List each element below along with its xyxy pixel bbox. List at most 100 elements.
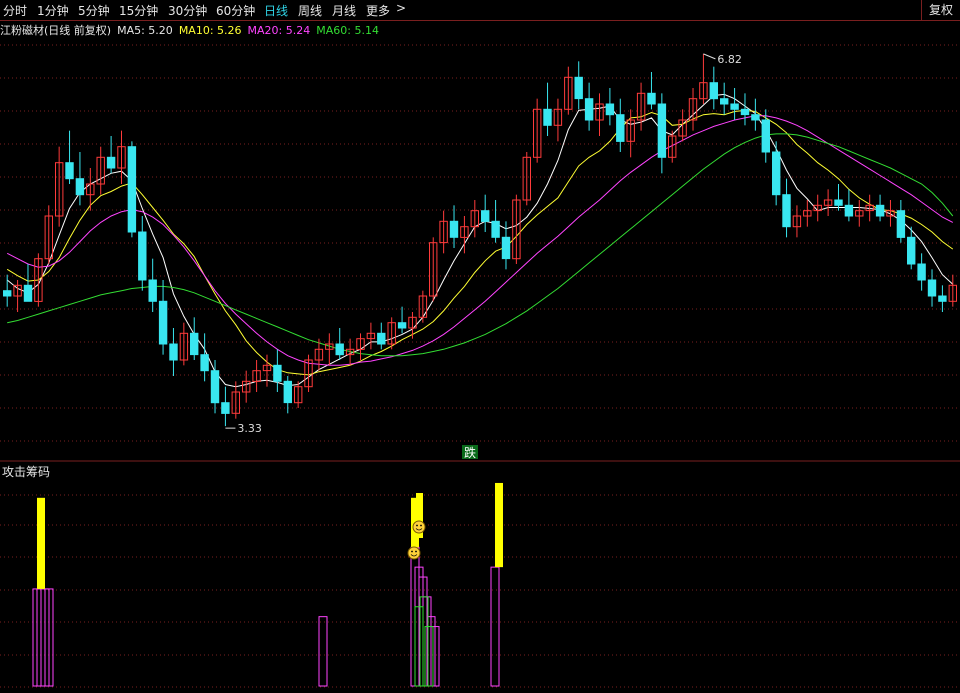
attack-bar-yellow <box>37 497 45 589</box>
candle-body <box>481 210 490 222</box>
candle-body <box>273 364 282 382</box>
smiley-eye <box>420 524 422 527</box>
candle-body <box>543 108 552 126</box>
chevron-right-icon[interactable]: > <box>396 1 406 15</box>
candle-body <box>595 103 604 121</box>
attack-bar-yellow <box>495 482 503 568</box>
candle-body <box>117 146 126 169</box>
smiley-mouth <box>415 528 423 531</box>
candle-body <box>262 364 272 372</box>
candle-body <box>304 359 313 388</box>
tab-weekly[interactable]: 周线 <box>298 2 322 19</box>
attack-bar-magenta <box>430 626 440 687</box>
restore-rights-button[interactable]: 复权 <box>921 0 960 20</box>
candle-body <box>418 295 428 318</box>
candle-body <box>190 332 199 356</box>
ma-line-ma5 <box>6 93 954 388</box>
candle-body <box>938 295 947 302</box>
price-chart[interactable]: 6.82 3.33 跌 <box>0 0 960 693</box>
ma60-label: MA60: 5.14 <box>316 24 379 37</box>
fall-marker: 跌 <box>464 445 476 460</box>
attack-bar-magenta <box>36 588 46 687</box>
candle-body <box>699 82 708 100</box>
tab-60min[interactable]: 60分钟 <box>216 2 255 19</box>
attack-bar-magenta <box>44 588 54 687</box>
high-annotation: 6.82 <box>717 53 742 66</box>
tab-1min[interactable]: 1分钟 <box>37 2 69 19</box>
tab-monthly[interactable]: 月线 <box>332 2 356 19</box>
attack-bar-yellow <box>411 497 419 548</box>
attack-bar-magenta <box>418 576 428 687</box>
candle-body <box>668 135 677 158</box>
low-annotation: 3.33 <box>237 422 261 435</box>
tab-daily[interactable]: 日线 <box>264 2 288 19</box>
ma20-label: MA20: 5.24 <box>247 24 311 37</box>
candle-body <box>647 92 656 105</box>
candle-body <box>242 380 251 393</box>
ma-line-ma10 <box>6 109 954 376</box>
candle-body <box>564 76 573 110</box>
candle-body <box>907 236 916 265</box>
smiley-mouth <box>410 554 418 557</box>
candle-body <box>584 98 594 121</box>
candle-body <box>626 119 635 142</box>
candle-body <box>335 343 344 356</box>
candle-body <box>948 284 957 302</box>
candle-body <box>86 183 95 196</box>
candle-body <box>834 199 843 206</box>
stock-name: 江粉磁材(日线 前复权) <box>0 24 112 37</box>
tab-30min[interactable]: 30分钟 <box>168 2 207 19</box>
tab-more[interactable]: 更多 <box>366 2 390 19</box>
high-pointer <box>703 53 716 60</box>
attack-bar-magenta <box>318 616 328 687</box>
candle-body <box>803 210 812 217</box>
smiley-eye <box>416 524 418 527</box>
candle-body <box>23 284 33 302</box>
candle-body <box>896 210 906 238</box>
candle-body <box>678 119 687 137</box>
candle-body <box>533 108 542 158</box>
candle-body <box>55 162 64 217</box>
candle-body <box>169 343 178 361</box>
candle-body <box>927 279 937 297</box>
attack-bar-yellow <box>416 493 423 538</box>
candle-body <box>231 391 241 414</box>
candle-body <box>429 242 438 297</box>
candle-body <box>314 348 324 361</box>
candle-body <box>730 103 739 110</box>
attack-bar-green <box>414 606 424 687</box>
attack-bar-magenta <box>32 588 42 687</box>
candle-body <box>460 226 469 238</box>
candle-body <box>449 220 459 238</box>
attack-bar-magenta <box>410 546 420 687</box>
candle-body <box>720 98 729 105</box>
attack-bar-magenta <box>490 566 500 687</box>
candle-body <box>844 204 854 217</box>
attack-bar-magenta <box>422 596 432 687</box>
candle-body <box>616 114 625 142</box>
candle-body <box>522 156 531 201</box>
candle-body <box>553 108 563 126</box>
candle-body <box>221 402 230 414</box>
candle-body <box>13 284 22 297</box>
candle-body <box>345 348 355 356</box>
candle-body <box>283 380 293 404</box>
ma-legend: 江粉磁材(日线 前复权) MA5: 5.20 MA10: 5.26 MA20: 5.2… <box>0 22 385 38</box>
candle-body <box>387 322 396 345</box>
smiley-icon <box>407 546 421 560</box>
attack-bar-magenta <box>40 588 50 687</box>
candle-body <box>574 76 583 100</box>
tab-fenshi[interactable]: 分时 <box>3 2 27 19</box>
tab-15min[interactable]: 15分钟 <box>119 2 158 19</box>
candle-body <box>740 108 750 116</box>
ma-line-ma60 <box>7 133 954 357</box>
candle-body <box>294 386 303 404</box>
ma10-label: MA10: 5.26 <box>178 24 242 37</box>
candle-body <box>491 220 500 238</box>
smiley-eye <box>411 550 413 553</box>
candle-body <box>44 215 53 260</box>
tab-5min[interactable]: 5分钟 <box>78 2 110 19</box>
candle-body <box>865 204 874 212</box>
ma5-label: MA5: 5.20 <box>117 24 173 37</box>
candle-body <box>636 92 646 121</box>
